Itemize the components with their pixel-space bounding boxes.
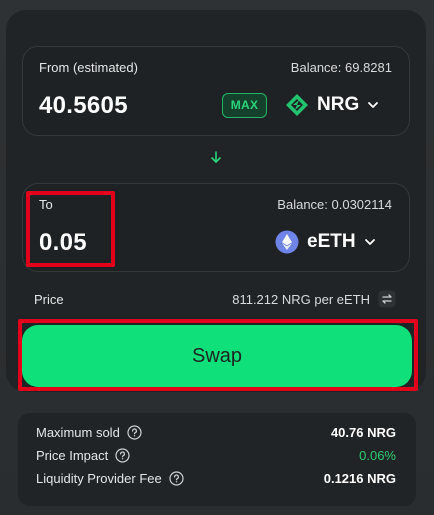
to-panel: To Balance: 0.0302114 0.05 eETH [22,183,410,272]
price-value: 811.212 NRG per eETH [232,292,370,307]
eth-logo-icon [275,230,299,254]
help-circle-icon[interactable] [127,425,142,440]
from-amount-input[interactable]: 40.5605 [39,92,128,120]
trade-details-panel: Maximum sold 40.76 NRG Price Impact 0.06… [18,413,416,506]
chevron-down-icon [368,102,379,108]
price-row: Price 811.212 NRG per eETH [34,290,396,310]
detail-value: 40.76 NRG [330,425,396,440]
to-balance: Balance: 0.0302114 [277,197,392,212]
detail-label: Liquidity Provider Fee [36,471,184,486]
invert-price-icon[interactable] [378,290,396,308]
detail-row-lp-fee: Liquidity Provider Fee 0.1216 NRG [36,469,396,489]
max-button[interactable]: MAX [222,93,267,118]
from-label: From (estimated) [39,60,138,75]
page-background: From (estimated) Balance: 69.8281 40.560… [0,0,434,515]
help-circle-icon[interactable] [115,448,130,463]
arrow-down-icon[interactable] [209,150,223,164]
swap-button[interactable]: Swap [22,325,412,387]
to-token-symbol: eETH [307,231,356,252]
detail-label: Price Impact [36,448,130,463]
from-token-selector[interactable]: NRG [285,93,379,117]
from-token-symbol: NRG [317,94,360,115]
from-panel: From (estimated) Balance: 69.8281 40.560… [22,46,410,136]
price-label: Price [34,292,64,307]
detail-label-text: Liquidity Provider Fee [36,471,162,486]
to-label: To [39,197,53,212]
from-balance: Balance: 69.8281 [290,60,392,75]
detail-label-text: Price Impact [36,448,109,463]
detail-value: 0.1216 NRG [323,471,396,486]
detail-label: Maximum sold [36,425,142,440]
detail-value: 0.06% [359,448,396,463]
detail-row-price-impact: Price Impact 0.06% [36,446,396,466]
to-amount-input[interactable]: 0.05 [39,229,87,257]
to-token-selector[interactable]: eETH [275,230,376,254]
help-circle-icon[interactable] [169,471,184,486]
nrg-logo-icon [286,94,308,116]
chevron-down-icon [364,239,375,245]
detail-row-maximum-sold: Maximum sold 40.76 NRG [36,423,396,443]
detail-label-text: Maximum sold [36,425,120,440]
